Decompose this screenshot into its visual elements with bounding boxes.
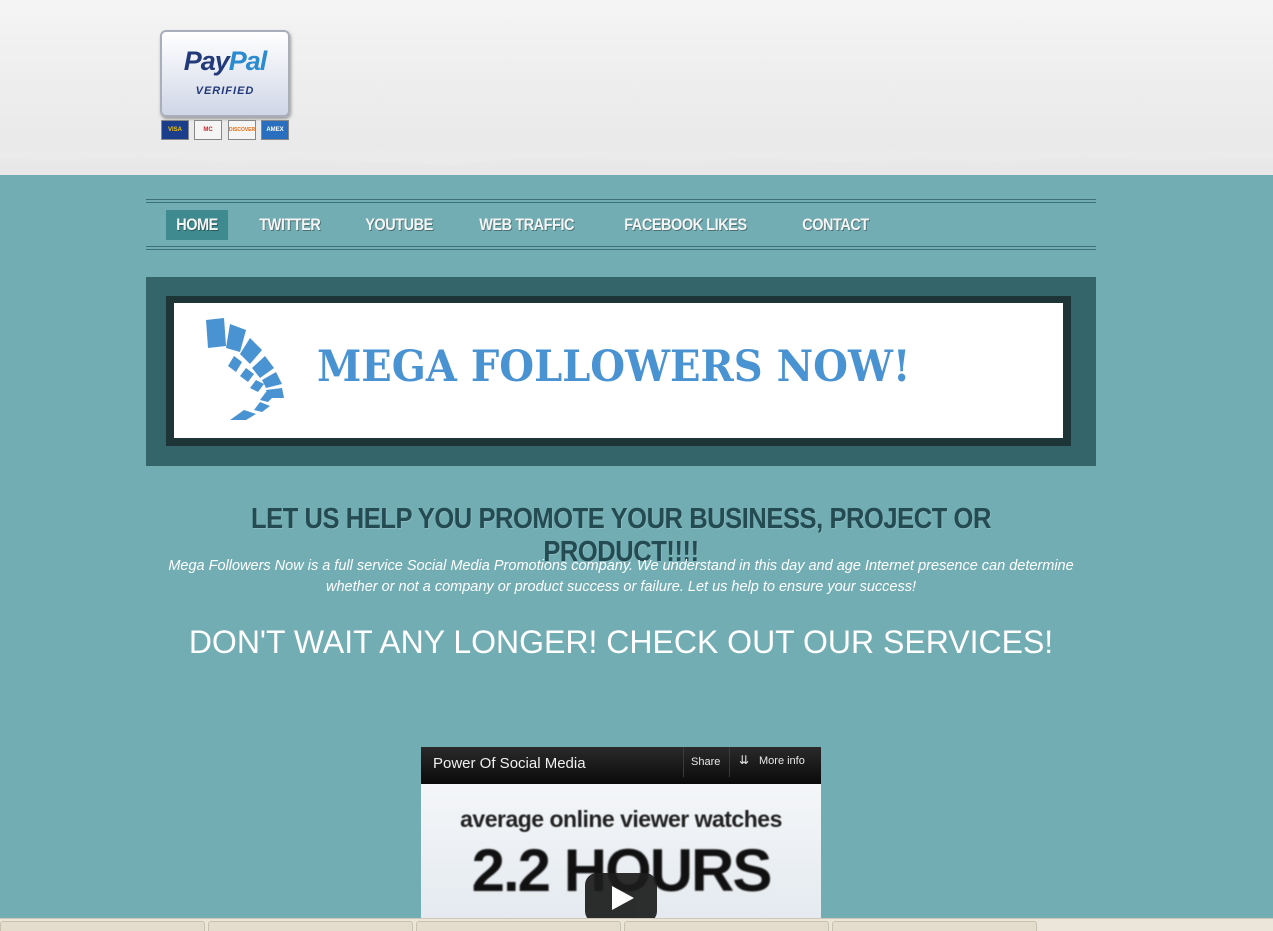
fan-blocks-icon [206, 318, 284, 420]
bottom-tab[interactable] [416, 921, 621, 931]
thumbnail-text-line1: average online viewer watches [460, 806, 782, 832]
main-nav: HOME TWITTER YOUTUBE WEB TRAFFIC FACEBOO… [166, 210, 905, 240]
video-more-info-button[interactable]: More info [759, 755, 805, 767]
mastercard-icon: MC [194, 120, 222, 140]
video-title[interactable]: Power Of Social Media [433, 755, 586, 772]
nav-bottom-rule-2 [146, 249, 1096, 250]
nav-item-home[interactable]: HOME [166, 210, 229, 240]
bottom-tab[interactable] [624, 921, 829, 931]
discover-card-icon: DISCOVER [228, 120, 256, 140]
video-player[interactable]: Power Of Social Media Share ⇊ More info … [421, 747, 821, 931]
nav-top-rule [146, 199, 1096, 200]
nav-item-youtube[interactable]: YOUTUBE [355, 210, 443, 240]
bottom-tab-strip [0, 918, 1273, 931]
paypal-pay: Pay [183, 46, 230, 76]
video-bar-divider [683, 747, 684, 777]
torn-paper-edge [0, 150, 1273, 165]
nav-item-twitter[interactable]: TWITTER [249, 210, 331, 240]
double-chevron-down-icon: ⇊ [739, 753, 750, 767]
paypal-logo-text: PayPal [162, 46, 288, 77]
paypal-verified-badge: PayPal VERIFIED VISA MC DISCOVER AMEX [160, 30, 290, 142]
banner-title: MEGA FOLLOWERS NOW! [317, 342, 911, 392]
bottom-tab[interactable] [832, 921, 1037, 931]
paypal-pal: Pal [228, 46, 268, 76]
play-button[interactable] [585, 873, 657, 923]
credit-cards-row: VISA MC DISCOVER AMEX [161, 120, 291, 142]
nav-bottom-rule [146, 246, 1096, 247]
paypal-verified-label: VERIFIED [195, 85, 255, 97]
visa-card-icon: VISA [161, 120, 189, 140]
nav-item-facebook-likes[interactable]: FACEBOOK LIKES [614, 210, 757, 240]
call-to-action: DON'T WAIT ANY LONGER! CHECK OUT OUR SER… [188, 624, 1054, 660]
nav-item-contact[interactable]: CONTACT [792, 210, 879, 240]
nav-top-rule-2 [146, 202, 1096, 203]
video-title-bar: Power Of Social Media Share ⇊ More info [421, 747, 821, 784]
nav-item-web-traffic[interactable]: WEB TRAFFIC [469, 210, 584, 240]
amex-card-icon: AMEX [261, 120, 289, 140]
play-icon [612, 886, 634, 910]
bottom-tab[interactable] [208, 921, 413, 931]
video-share-button[interactable]: Share [691, 756, 720, 768]
intro-paragraph: Mega Followers Now is a full service Soc… [168, 558, 1074, 595]
video-bar-divider-2 [729, 747, 730, 777]
bottom-tab[interactable] [0, 921, 205, 931]
paypal-card: PayPal VERIFIED [160, 30, 290, 117]
